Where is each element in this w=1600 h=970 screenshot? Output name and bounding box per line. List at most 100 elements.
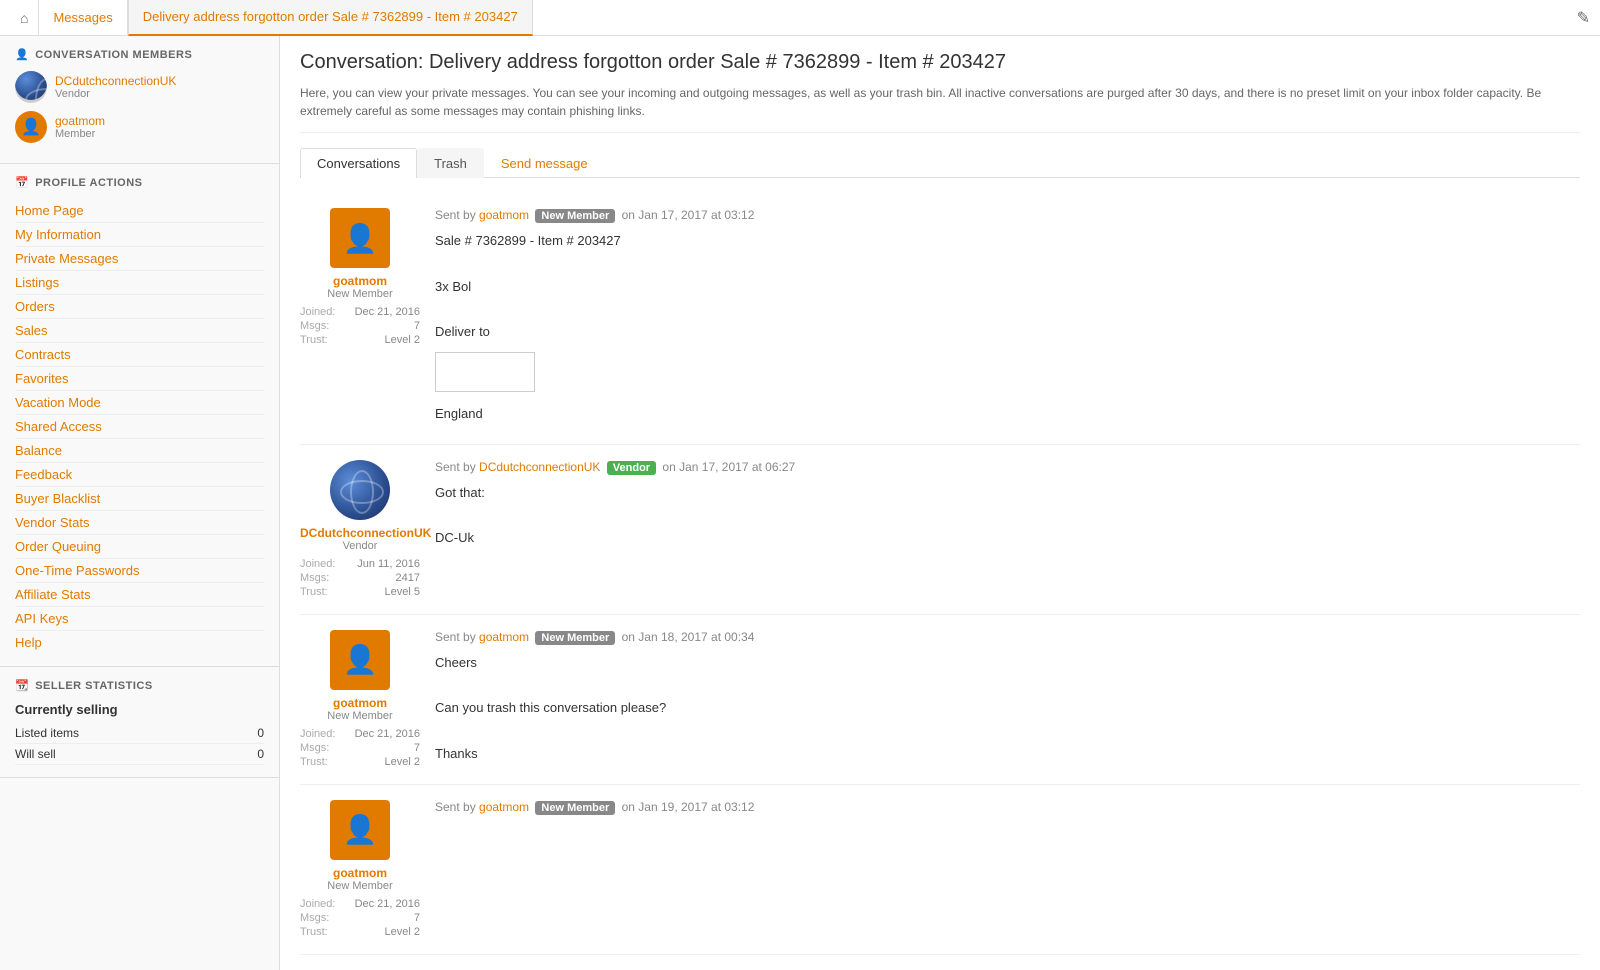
msgs-value: 2417 bbox=[396, 572, 420, 584]
sender-role: New Member bbox=[300, 288, 420, 300]
sender-link[interactable]: DCdutchconnectionUK bbox=[479, 460, 600, 474]
sender-panel: 👤 goatmom New Member Joined:Dec 21, 2016… bbox=[300, 208, 420, 429]
message-line: Got that: bbox=[435, 483, 1580, 504]
trust-value: Level 5 bbox=[385, 586, 420, 598]
stat-value: 0 bbox=[257, 726, 264, 740]
message-meta: Sent by goatmom New Member on Jan 18, 20… bbox=[435, 630, 1580, 645]
sidebar-link[interactable]: Vendor Stats bbox=[15, 511, 264, 535]
joined-label: Joined: bbox=[300, 728, 335, 740]
profile-icon: 📅 bbox=[15, 176, 29, 189]
sidebar-link[interactable]: Shared Access bbox=[15, 415, 264, 439]
sender-badge: New Member bbox=[535, 209, 615, 223]
sidebar-link[interactable]: Orders bbox=[15, 295, 264, 319]
profile-actions-title: 📅 PROFILE ACTIONS bbox=[15, 176, 264, 189]
vendor-name[interactable]: DCdutchconnectionUK bbox=[55, 74, 176, 88]
sidebar-link[interactable]: Order Queuing bbox=[15, 535, 264, 559]
trust-value: Level 2 bbox=[385, 756, 420, 768]
info-text: Here, you can view your private messages… bbox=[300, 84, 1580, 133]
sidebar-link[interactable]: Affiliate Stats bbox=[15, 583, 264, 607]
sidebar-link[interactable]: Favorites bbox=[15, 367, 264, 391]
sender-link[interactable]: goatmom bbox=[479, 208, 529, 222]
message-text: CheersCan you trash this conversation pl… bbox=[435, 653, 1580, 765]
message-date: on Jan 18, 2017 at 00:34 bbox=[622, 630, 755, 644]
message-body: Sent by goatmom New Member on Jan 19, 20… bbox=[435, 800, 1580, 939]
sidebar-link[interactable]: Balance bbox=[15, 439, 264, 463]
message-block: 👤 goatmom New Member Joined:Dec 21, 2016… bbox=[300, 615, 1580, 785]
sender-name[interactable]: goatmom bbox=[300, 866, 420, 880]
message-date: on Jan 17, 2017 at 03:12 bbox=[622, 208, 755, 222]
sidebar-link[interactable]: Buyer Blacklist bbox=[15, 487, 264, 511]
sender-name[interactable]: goatmom bbox=[300, 696, 420, 710]
joined-value: Dec 21, 2016 bbox=[355, 898, 420, 910]
trust-label: Trust: bbox=[300, 586, 328, 598]
sender-role: New Member bbox=[300, 880, 420, 892]
sender-details: Joined:Dec 21, 2016 Msgs:7 Trust:Level 2 bbox=[300, 897, 420, 939]
sender-name[interactable]: DCdutchconnectionUK bbox=[300, 526, 420, 540]
sidebar-link[interactable]: Contracts bbox=[15, 343, 264, 367]
sidebar-link[interactable]: Vacation Mode bbox=[15, 391, 264, 415]
sidebar-links-list: Home PageMy InformationPrivate MessagesL… bbox=[15, 199, 264, 654]
main-content: Conversation: Delivery address forgotton… bbox=[280, 36, 1600, 970]
sidebar-link[interactable]: One-Time Passwords bbox=[15, 559, 264, 583]
message-date: on Jan 17, 2017 at 06:27 bbox=[662, 460, 795, 474]
sender-details: Joined:Dec 21, 2016 Msgs:7 Trust:Level 2 bbox=[300, 727, 420, 769]
trust-value: Level 2 bbox=[385, 334, 420, 346]
joined-value: Dec 21, 2016 bbox=[355, 306, 420, 318]
settings-icon[interactable]: ✎ bbox=[1577, 8, 1590, 28]
joined-value: Dec 21, 2016 bbox=[355, 728, 420, 740]
joined-value: Jun 11, 2016 bbox=[357, 558, 420, 570]
message-block: 👤 goatmom New Member Joined:Dec 21, 2016… bbox=[300, 193, 1580, 445]
sender-name[interactable]: goatmom bbox=[300, 274, 420, 288]
msgs-label: Msgs: bbox=[300, 572, 329, 584]
msgs-value: 7 bbox=[414, 320, 420, 332]
trust-label: Trust: bbox=[300, 756, 328, 768]
member-name[interactable]: goatmom bbox=[55, 114, 105, 128]
sidebar-link[interactable]: Private Messages bbox=[15, 247, 264, 271]
message-text: Got that: DC-Uk bbox=[435, 483, 1580, 549]
tab-send-message[interactable]: Send message bbox=[484, 148, 605, 178]
joined-label: Joined: bbox=[300, 306, 335, 318]
sender-details: Joined:Jun 11, 2016 Msgs:2417 Trust:Leve… bbox=[300, 557, 420, 599]
seller-stat-row: Will sell 0 bbox=[15, 744, 264, 765]
sidebar-link[interactable]: Listings bbox=[15, 271, 264, 295]
message-text: Sale # 7362899 - Item # 2034273x BolDeli… bbox=[435, 231, 1580, 425]
message-meta: Sent by goatmom New Member on Jan 17, 20… bbox=[435, 208, 1580, 223]
stat-label: Will sell bbox=[15, 747, 56, 761]
sender-panel: 👤 goatmom New Member Joined:Dec 21, 2016… bbox=[300, 800, 420, 939]
tabs-bar: Conversations Trash Send message bbox=[300, 148, 1580, 178]
member-role: Member bbox=[55, 128, 105, 140]
sidebar-link[interactable]: Home Page bbox=[15, 199, 264, 223]
message-line: Can you trash this conversation please? bbox=[435, 698, 1580, 719]
message-body: Sent by DCdutchconnectionUK Vendor on Ja… bbox=[435, 460, 1580, 599]
home-nav-icon[interactable]: ⌂ bbox=[10, 10, 38, 26]
sidebar-link[interactable]: Feedback bbox=[15, 463, 264, 487]
sender-panel: DCdutchconnectionUK Vendor Joined:Jun 11… bbox=[300, 460, 420, 599]
vendor-avatar bbox=[15, 71, 47, 103]
member-info: goatmom Member bbox=[55, 114, 105, 140]
trust-value: Level 2 bbox=[385, 926, 420, 938]
sidebar-link[interactable]: API Keys bbox=[15, 607, 264, 631]
tab-conversations[interactable]: Conversations bbox=[300, 148, 417, 178]
members-icon: 👤 bbox=[15, 48, 29, 61]
page-title: Conversation: Delivery address forgotton… bbox=[300, 51, 1580, 74]
sidebar-link[interactable]: Sales bbox=[15, 319, 264, 343]
message-body: Sent by goatmom New Member on Jan 17, 20… bbox=[435, 208, 1580, 429]
message-line: DC-Uk bbox=[435, 528, 1580, 549]
message-meta: Sent by DCdutchconnectionUK Vendor on Ja… bbox=[435, 460, 1580, 475]
msgs-label: Msgs: bbox=[300, 320, 329, 332]
msgs-label: Msgs: bbox=[300, 742, 329, 754]
messages-nav-tab[interactable]: Messages bbox=[38, 0, 127, 36]
sender-panel: 👤 goatmom New Member Joined:Dec 21, 2016… bbox=[300, 630, 420, 769]
sidebar-link[interactable]: My Information bbox=[15, 223, 264, 247]
profile-actions-section: 📅 PROFILE ACTIONS Home PageMy Informatio… bbox=[0, 164, 279, 667]
stat-value: 0 bbox=[257, 747, 264, 761]
seller-stat-row: Listed items0 bbox=[15, 723, 264, 744]
sidebar-link[interactable]: Help bbox=[15, 631, 264, 654]
conversation-nav-tab[interactable]: Delivery address forgotton order Sale # … bbox=[128, 0, 533, 36]
sender-link[interactable]: goatmom bbox=[479, 630, 529, 644]
tab-trash[interactable]: Trash bbox=[417, 148, 484, 178]
sender-badge: Vendor bbox=[607, 461, 656, 475]
top-navigation: ⌂ Messages Delivery address forgotton or… bbox=[0, 0, 1600, 36]
address-box bbox=[435, 352, 535, 392]
stats-icon: 📆 bbox=[15, 679, 29, 692]
